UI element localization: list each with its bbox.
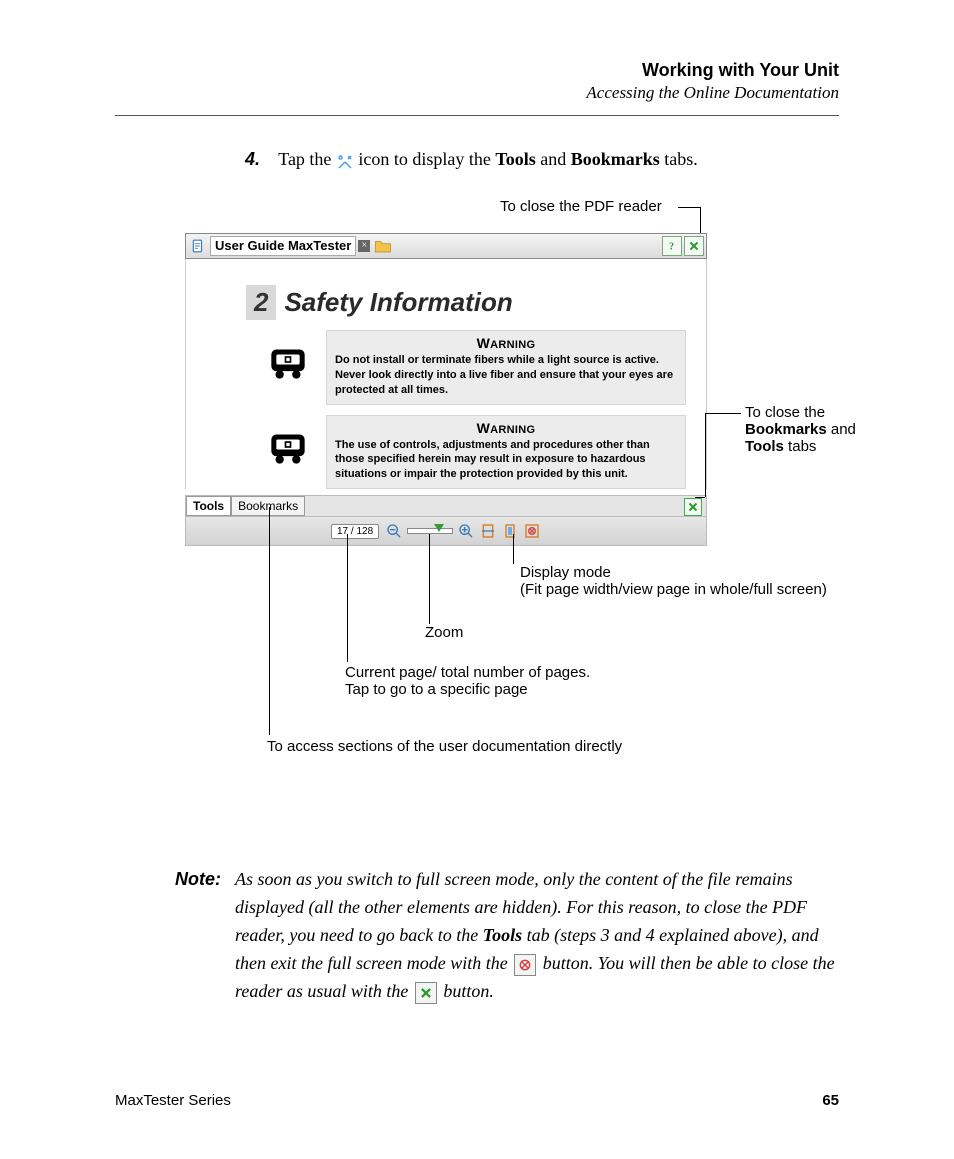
step-number: 4. bbox=[245, 149, 260, 169]
zoom-out-icon[interactable] bbox=[385, 522, 403, 540]
document-icon bbox=[190, 238, 206, 254]
note-label: Note: bbox=[175, 866, 221, 1005]
header-title: Working with Your Unit bbox=[115, 60, 839, 81]
pdf-titlebar: User Guide MaxTester × ? bbox=[185, 233, 707, 259]
pdf-toolbar: 17 / 128 bbox=[185, 517, 707, 546]
callout-zoom: Zoom bbox=[425, 624, 463, 641]
footer-page-number: 65 bbox=[822, 1092, 839, 1109]
header-rule bbox=[115, 115, 839, 116]
note-block: Note: As soon as you switch to full scre… bbox=[175, 866, 839, 1005]
document-title: User Guide MaxTester bbox=[210, 236, 356, 256]
callout-page-counter: Current page/ total number of pages. Tap… bbox=[345, 664, 645, 698]
tools-icon bbox=[336, 152, 354, 170]
footer-series: MaxTester Series bbox=[115, 1092, 231, 1109]
step-4: 4. Tap the icon to display the Tools and… bbox=[245, 146, 839, 173]
chapter-number: 2 bbox=[246, 285, 276, 320]
tab-tools[interactable]: Tools bbox=[186, 496, 231, 516]
close-reader-button[interactable] bbox=[684, 236, 704, 256]
callout-bookmarks-access: To access sections of the user documenta… bbox=[267, 738, 622, 755]
warning-text-1: Do not install or terminate fibers while… bbox=[327, 353, 685, 404]
folder-icon[interactable] bbox=[374, 238, 392, 254]
header-subtitle: Accessing the Online Documentation bbox=[115, 83, 839, 103]
callout-display-mode: Display mode (Fit page width/view page i… bbox=[520, 564, 827, 598]
warning-vehicle-icon bbox=[268, 429, 308, 470]
close-tabs-button[interactable] bbox=[684, 498, 702, 516]
close-reader-icon bbox=[415, 982, 437, 1004]
page-counter[interactable]: 17 / 128 bbox=[331, 524, 379, 539]
zoom-slider[interactable] bbox=[407, 528, 453, 534]
fullscreen-icon[interactable] bbox=[523, 522, 541, 540]
zoom-in-icon[interactable] bbox=[457, 522, 475, 540]
callout-close-reader: To close the PDF reader bbox=[500, 198, 662, 215]
page-footer: MaxTester Series 65 bbox=[115, 1092, 839, 1109]
warning-heading: WARNING bbox=[327, 416, 685, 438]
exit-fullscreen-icon bbox=[514, 954, 536, 976]
pdf-reader-screenshot: User Guide MaxTester × ? 2 Safety Inform… bbox=[185, 233, 885, 546]
help-button[interactable]: ? bbox=[662, 236, 682, 256]
tab-close-icon[interactable]: × bbox=[358, 240, 370, 252]
warning-text-2: The use of controls, adjustments and pro… bbox=[327, 438, 685, 489]
chapter-title: Safety Information bbox=[284, 287, 512, 318]
warning-box-2: WARNING The use of controls, adjustments… bbox=[326, 415, 686, 490]
pdf-content-area: 2 Safety Information WARNING Do not inst… bbox=[185, 259, 707, 489]
warning-vehicle-icon bbox=[268, 344, 308, 385]
tabs-row: Tools Bookmarks bbox=[185, 495, 707, 517]
warning-heading: WARNING bbox=[327, 331, 685, 353]
warning-box-1: WARNING Do not install or terminate fibe… bbox=[326, 330, 686, 405]
fit-page-icon[interactable] bbox=[501, 522, 519, 540]
callout-close-tabs: To close the Bookmarks and Tools tabs bbox=[745, 404, 895, 455]
fit-width-icon[interactable] bbox=[479, 522, 497, 540]
svg-text:?: ? bbox=[669, 242, 674, 253]
note-text: As soon as you switch to full screen mod… bbox=[235, 866, 839, 1005]
